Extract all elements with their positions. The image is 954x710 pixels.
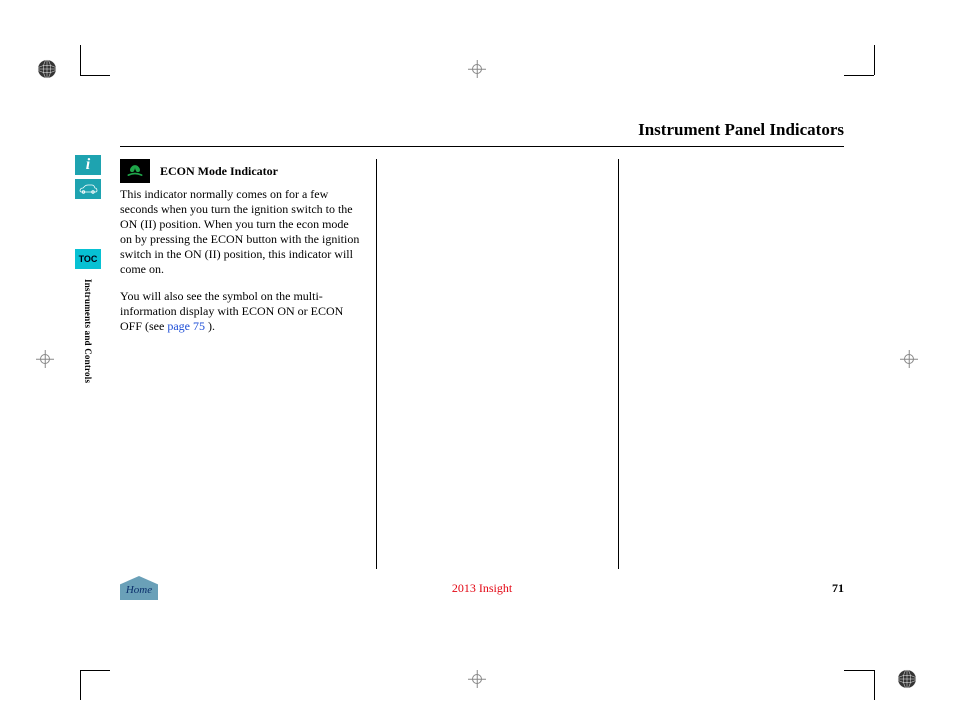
- column-separator-2: [618, 159, 619, 569]
- column-3: [635, 159, 845, 569]
- sidebar-section-label: Instruments and Controls: [83, 279, 93, 383]
- home-button[interactable]: Home: [120, 576, 158, 600]
- econ-indicator-icon-box: [120, 159, 150, 183]
- para-1: This indicator normally comes on for a f…: [120, 187, 360, 277]
- crop-mark-tr: [864, 50, 904, 90]
- econ-leaf-icon: [125, 162, 145, 180]
- page-number: 71: [832, 581, 844, 596]
- para-2-post: ).: [205, 319, 215, 333]
- page-title: Instrument Panel Indicators: [120, 120, 844, 147]
- sidebar-info-button[interactable]: i: [75, 155, 101, 175]
- column-1: ECON Mode Indicator This indicator norma…: [120, 159, 360, 569]
- column-2: [393, 159, 603, 569]
- column-separator-1: [376, 159, 377, 569]
- page-content: Instrument Panel Indicators ECON Mode In…: [120, 120, 844, 605]
- registration-cross-top: [468, 60, 486, 78]
- page-footer: Home 2013 Insight 71: [120, 576, 844, 600]
- sidebar-nav: i TOC Instruments and Controls: [72, 155, 104, 383]
- para-2: You will also see the symbol on the mult…: [120, 289, 360, 334]
- sidebar-toc-button[interactable]: TOC: [75, 249, 101, 269]
- car-outline-icon: [78, 183, 98, 195]
- page-link-75[interactable]: page 75: [167, 319, 205, 333]
- sidebar-vehicle-button[interactable]: [75, 179, 101, 199]
- home-button-label: Home: [126, 584, 152, 596]
- footer-model-year: 2013 Insight: [452, 581, 512, 596]
- para-2-pre: You will also see the symbol on the mult…: [120, 289, 343, 333]
- crop-mark-bl: [50, 655, 90, 695]
- registration-cross-bottom: [468, 670, 486, 688]
- registration-cross-right: [900, 350, 918, 368]
- crop-mark-br: [864, 655, 904, 695]
- section-heading: ECON Mode Indicator: [160, 164, 278, 179]
- registration-cross-left: [36, 350, 54, 368]
- crop-mark-tl: [50, 50, 90, 90]
